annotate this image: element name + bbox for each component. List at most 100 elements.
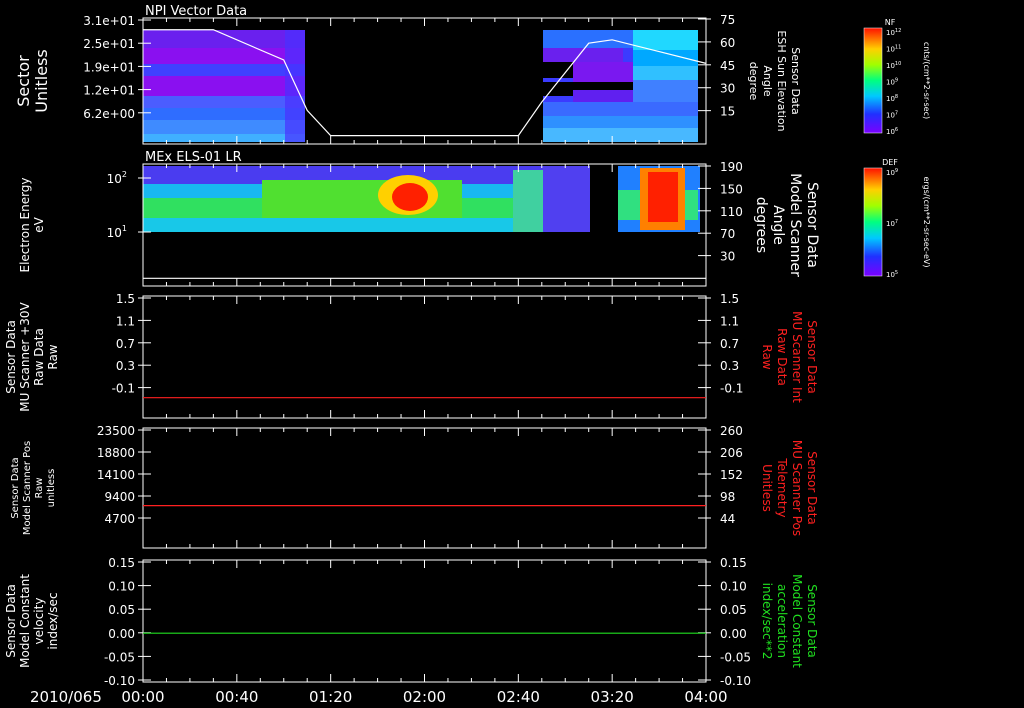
y-tick-label: 3.1e+01: [83, 14, 135, 28]
y2-tick-label: 0.05: [720, 603, 747, 617]
right-axis-label: index/sec**2: [760, 583, 774, 660]
y-tick-label: 0.3: [116, 359, 135, 373]
y-tick-label: 0.10: [108, 580, 135, 594]
left-axis-label: Electron Energy: [18, 177, 32, 272]
y-tick-label: 14100: [97, 468, 135, 482]
colorbar-label: DEF: [882, 158, 898, 167]
y2-tick-label: 0.3: [720, 359, 739, 373]
right-axis-label: Raw: [760, 344, 774, 369]
right-axis-label: Sensor Data: [805, 320, 819, 394]
left-axis-label: unitless: [46, 469, 57, 508]
left-axis-label: velocity: [32, 598, 46, 645]
y-tick-label: 1.2e+01: [83, 84, 135, 98]
left-axis-label: Sensor Data: [4, 320, 18, 394]
left-axis-label: MU Scanner +30V: [18, 302, 32, 412]
y2-tick-label: -0.05: [720, 650, 751, 664]
colorbar-tick: 107: [886, 111, 898, 120]
right-axis-label: Sensor Data: [804, 182, 820, 268]
x-tick-label: 01:20: [309, 688, 352, 706]
y2-tick-label: 0.10: [720, 580, 747, 594]
y2-tick-label: 190: [720, 160, 743, 174]
y-tick-label: 6.2e+00: [83, 107, 135, 121]
y2-tick-label: -0.10: [720, 674, 751, 688]
right-axis-label: MU Scanner Int: [790, 311, 804, 403]
panel-3: 1.5 1.1 0.7 0.3 -0.1 1.5 1.1 0.7 0.3 -0.1 Sensor D…: [4, 292, 819, 419]
y-tick-label: 1.1: [116, 314, 135, 328]
y2-tick-label: 15: [720, 105, 735, 119]
y-tick-label: 23500: [97, 424, 135, 438]
x-tick-label: 00:40: [215, 688, 258, 706]
colorbar-tick: 108: [886, 94, 898, 103]
y2-tick-label: 75: [720, 13, 735, 27]
panel-title: MEx ELS-01 LR: [145, 150, 242, 165]
left-axis-label: Model Scanner Pos: [22, 441, 33, 535]
colorbar-label: NF: [885, 18, 896, 27]
left-axis-label: Raw: [34, 477, 45, 498]
panel-4: 23500 18800 14100 9400 4700 260 206 152 98 44 Sens…: [10, 424, 819, 549]
y2-tick-label: 30: [720, 250, 735, 264]
y2-tick-label: 110: [720, 205, 743, 219]
right-axis-label: Sensor Data: [805, 584, 819, 658]
colorbar-1: NF1012 1011 1010 109 108 107 106 cnts/(cm**2-sr…: [863, 18, 931, 136]
left-axis-label: Model Constant: [18, 574, 32, 668]
left-axis-label: Raw: [46, 344, 60, 369]
y-tick-label: 1.5: [116, 292, 135, 306]
plot-canvas: NPI Vector Data 3.1e+01 2.5e+01 1.9e+01 1.2e…: [4, 4, 931, 706]
y-tick-label: 2.5e+01: [83, 37, 135, 51]
y-tick-label: 0.00: [108, 627, 135, 641]
y-tick-label: 0.7: [116, 337, 135, 351]
right-axis-label: acceleration: [775, 584, 789, 658]
colorbar-units: cnts/(cm**2-sr-sec): [922, 42, 931, 119]
colorbar-tick: 1011: [886, 45, 901, 54]
y2-tick-label: 70: [720, 227, 735, 241]
y2-tick-label: 152: [720, 468, 743, 482]
colorbar-gradient: [863, 27, 883, 134]
right-axis-label: Angle: [761, 65, 774, 97]
y2-tick-label: 0.7: [720, 337, 739, 351]
y2-tick-label: 1.5: [720, 292, 739, 306]
y-tick-label: 0.05: [108, 603, 135, 617]
y-tick-label: 102: [107, 170, 127, 186]
y2-tick-label: 44: [720, 512, 735, 526]
y-tick-label: 1.9e+01: [83, 60, 135, 74]
y-tick-label: 9400: [104, 490, 135, 504]
y-tick-label: 18800: [97, 446, 135, 460]
left-axis-label: Raw Data: [32, 328, 46, 386]
right-axis-label: Model Constant: [790, 574, 804, 668]
y2-tick-label: 98: [720, 490, 735, 504]
right-axis-label: degrees: [753, 197, 769, 253]
left-axis-label: Unitless: [32, 49, 51, 113]
npi-heatmap: [143, 30, 698, 142]
x-tick-label: 02:40: [497, 688, 540, 706]
y2-tick-label: 30: [720, 82, 735, 96]
x-tick-label: 00:00: [121, 688, 164, 706]
colorbar-units: ergs/(cm**2-sr-sec-eV): [922, 176, 931, 267]
y2-tick-label: 0.15: [720, 556, 747, 570]
colorbar-tick: 107: [886, 219, 898, 228]
els-heatmap: [143, 166, 700, 232]
panel-title: NPI Vector Data: [145, 4, 247, 19]
right-axis-label: Sensor Data: [805, 451, 819, 525]
y2-tick-label: 206: [720, 446, 743, 460]
left-axis-label: Sensor Data: [10, 457, 21, 518]
colorbar-tick: 1010: [886, 61, 901, 70]
date-label: 2010/065: [30, 688, 102, 706]
y2-tick-label: -0.1: [720, 382, 743, 396]
colorbar-tick: 1012: [886, 28, 901, 37]
y2-tick-label: 150: [720, 182, 743, 196]
y2-tick-label: 0.00: [720, 627, 747, 641]
right-axis-label: degree: [747, 62, 760, 101]
y-tick-label: 4700: [104, 512, 135, 526]
x-tick-label: 02:00: [403, 688, 446, 706]
x-tick-label: 03:20: [591, 688, 634, 706]
y-tick-label: -0.1: [112, 382, 135, 396]
y2-tick-label: 260: [720, 424, 743, 438]
left-axis-label: index/sec: [46, 592, 60, 649]
right-axis-label: Sensor Data: [789, 47, 802, 114]
y2-tick-label: 60: [720, 36, 735, 50]
right-axis-label: Raw Data: [775, 328, 789, 386]
left-axis-label: Sector: [14, 55, 33, 107]
x-tick-label: 04:00: [684, 688, 727, 706]
right-axis-label: Telemetry: [775, 457, 789, 517]
right-axis-label: Angle: [770, 205, 786, 245]
